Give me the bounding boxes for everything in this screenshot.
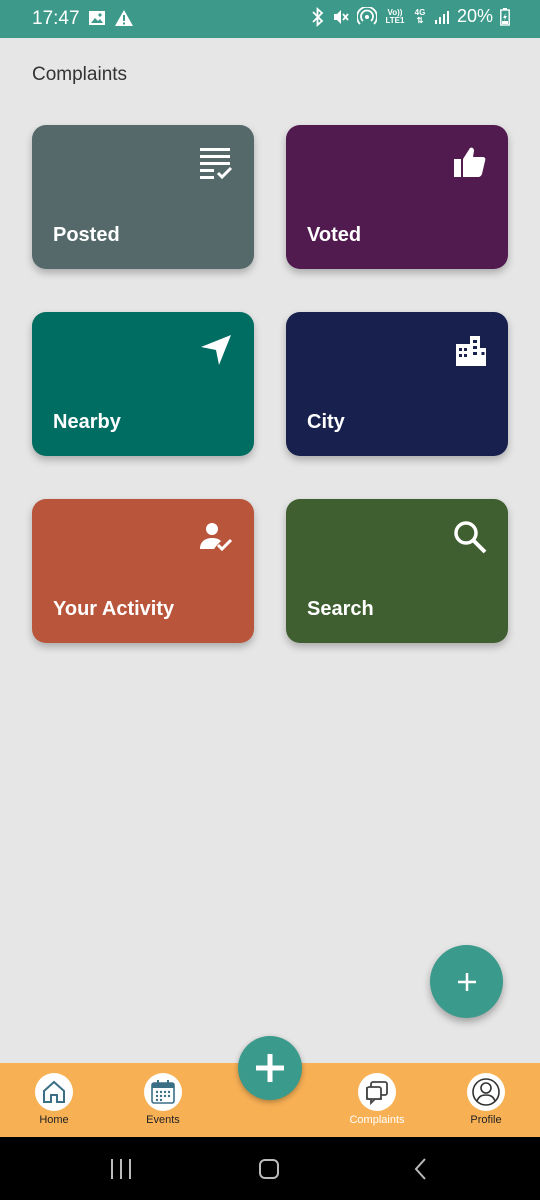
tile-nearby[interactable]: Nearby xyxy=(32,312,254,456)
nav-label-complaints: Complaints xyxy=(349,1114,405,1126)
recents-icon xyxy=(111,1159,131,1179)
tile-posted[interactable]: Posted xyxy=(32,125,254,269)
tile-your-activity-label: Your Activity xyxy=(53,598,175,620)
mute-icon xyxy=(333,9,349,24)
center-add-button[interactable] xyxy=(238,1036,302,1100)
warning-icon xyxy=(115,10,133,26)
network-4g-label: 4G ⇅ xyxy=(414,7,426,25)
tile-posted-label: Posted xyxy=(53,224,120,246)
tile-nearby-label: Nearby xyxy=(53,411,121,433)
tile-city-label: City xyxy=(307,411,345,433)
thumbs-up-icon xyxy=(454,147,486,177)
recents-button[interactable] xyxy=(106,1157,136,1181)
tile-voted[interactable]: Voted xyxy=(286,125,508,269)
network-label: Vo)) LTE1 xyxy=(385,7,405,25)
image-icon xyxy=(89,11,105,25)
tile-voted-label: Voted xyxy=(307,224,362,246)
profile-icon xyxy=(472,1078,500,1106)
home-icon xyxy=(43,1080,65,1103)
tile-search-label: Search xyxy=(307,598,374,620)
list-check-icon xyxy=(200,148,233,180)
home-button-icon xyxy=(259,1159,279,1179)
tile-your-activity[interactable]: Your Activity xyxy=(32,499,254,643)
hotspot-icon xyxy=(356,6,377,25)
page-title: Complaints xyxy=(32,64,128,85)
bluetooth-icon xyxy=(312,6,324,27)
complaints-icon xyxy=(366,1081,388,1105)
city-icon xyxy=(456,336,486,366)
battery-percent: 20% xyxy=(456,6,493,26)
calendar-icon xyxy=(151,1080,175,1104)
navigation-icon xyxy=(201,335,231,365)
add-fab-button[interactable] xyxy=(430,945,503,1018)
user-check-icon xyxy=(200,523,233,552)
status-time: 17:47 xyxy=(32,8,80,29)
back-button[interactable] xyxy=(406,1157,436,1181)
nav-item-complaints[interactable]: Complaints xyxy=(342,1073,412,1126)
signal-icon xyxy=(434,10,449,24)
tile-city[interactable]: City xyxy=(286,312,508,456)
back-icon xyxy=(414,1158,426,1180)
nav-label-events: Events xyxy=(146,1114,180,1126)
nav-label-profile: Profile xyxy=(470,1114,502,1126)
tile-search[interactable]: Search xyxy=(286,499,508,643)
nav-item-home[interactable]: Home xyxy=(19,1073,89,1126)
nav-item-profile[interactable]: Profile xyxy=(451,1073,521,1126)
nav-item-events[interactable]: Events xyxy=(128,1073,198,1126)
system-navigation-bar xyxy=(0,1137,540,1200)
status-bar: 17:47 Vo)) LTE1 4G ⇅ 20% xyxy=(0,0,540,38)
home-button[interactable] xyxy=(254,1157,284,1181)
plus-icon xyxy=(457,972,476,991)
battery-charging-icon xyxy=(500,7,510,26)
search-icon xyxy=(454,521,487,554)
plus-icon xyxy=(256,1054,284,1082)
nav-label-home: Home xyxy=(39,1114,69,1126)
